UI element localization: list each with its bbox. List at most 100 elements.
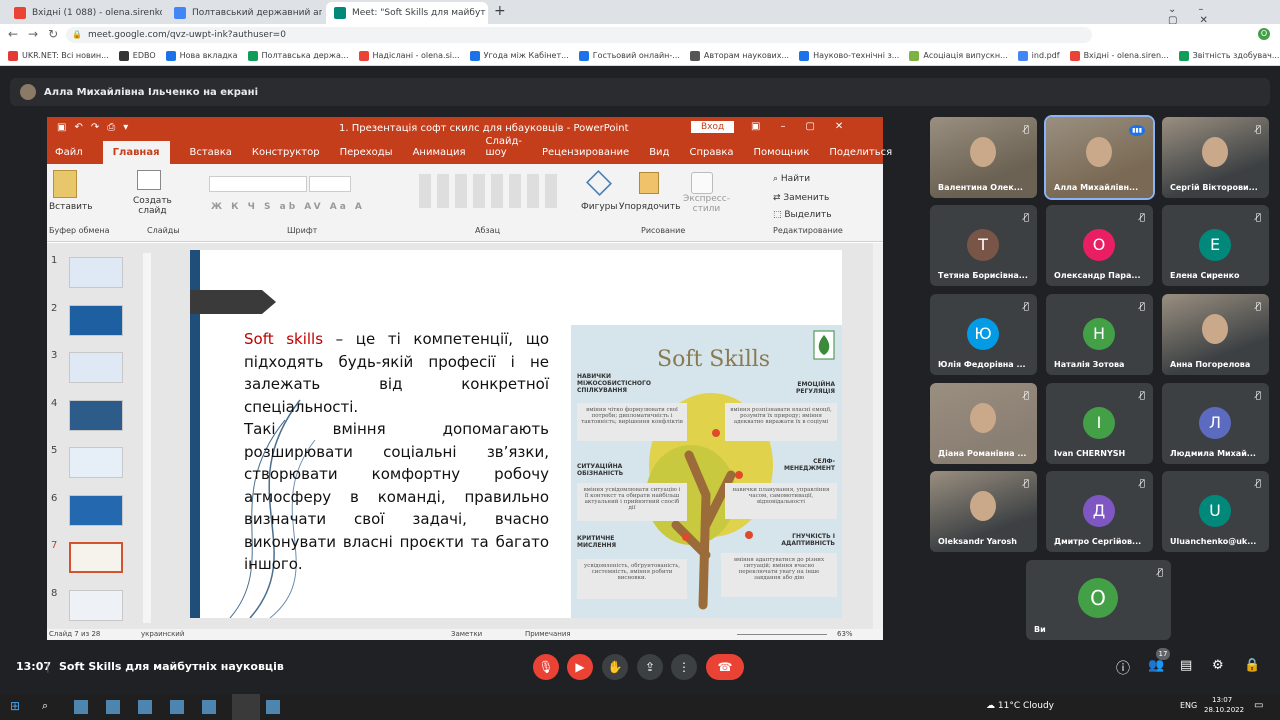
clock-date[interactable]: 28.10.2022: [1204, 706, 1244, 714]
slide-thumbnail[interactable]: [69, 304, 123, 336]
raise-hand-icon[interactable]: ✋: [602, 654, 628, 680]
bookmark-item[interactable]: Звітність здобувач...: [1178, 50, 1279, 61]
bookmark-item[interactable]: Вхідні - olena.siren...: [1069, 50, 1169, 61]
bookmark-item[interactable]: UKR.NET: Всі новин...: [8, 50, 109, 61]
chat-icon[interactable]: ▤: [1180, 658, 1192, 673]
quick-styles-button[interactable]: Экспресс- стили: [683, 194, 730, 214]
close-icon[interactable]: ✕: [486, 8, 488, 19]
browser-tab-meet[interactable]: Meet: "Soft Skills для майбут✕: [326, 2, 488, 24]
shapes-button[interactable]: Фигуры: [581, 202, 617, 212]
arrange-icon[interactable]: [639, 172, 659, 194]
bookmark-item[interactable]: Авторам наукових...: [689, 50, 789, 61]
pp-window-controls[interactable]: ▣–▢✕: [751, 121, 863, 132]
participant-tile[interactable]: Oleksandr Yarosh 🎙̸: [930, 471, 1037, 552]
participant-tile[interactable]: Ю Юлія Федорівна ... 🎙̸: [930, 294, 1037, 375]
paste-icon[interactable]: [53, 170, 77, 198]
find-button[interactable]: ⌕ Найти: [773, 174, 810, 184]
participant-tile[interactable]: О Олександр Пара... 🎙̸: [1046, 205, 1153, 286]
ribbon-tab[interactable]: Переходы: [340, 147, 393, 164]
url-field[interactable]: meet.google.com/qvz-uwpt-ink?authuser=0: [66, 27, 1092, 43]
slide-thumbnail[interactable]: [69, 589, 123, 621]
present-icon[interactable]: ⇪: [637, 654, 663, 680]
slide-thumbnail[interactable]: [69, 447, 123, 478]
slide-thumbnail[interactable]: [69, 542, 123, 573]
share-button[interactable]: Поделиться: [829, 147, 904, 164]
mic-off-icon[interactable]: 🎙: [533, 654, 559, 680]
bookmark-item[interactable]: Угода між Кабінет...: [469, 50, 569, 61]
participant-tile[interactable]: Алла Михайлівн... ▮▮▮: [1044, 115, 1155, 200]
search-icon[interactable]: ⌕: [42, 699, 48, 713]
new-slide-icon[interactable]: [137, 170, 161, 190]
more-options-icon[interactable]: ⋮: [671, 654, 697, 680]
slide-thumbnail[interactable]: [69, 257, 123, 288]
bookmark-item[interactable]: Нова вкладка: [165, 50, 238, 61]
info-icon[interactable]: ⓘ: [1116, 658, 1130, 678]
quick-styles-icon[interactable]: [691, 172, 713, 194]
profile-avatar[interactable]: O: [1258, 28, 1270, 40]
slide-thumbnail[interactable]: [69, 494, 123, 526]
paste-button[interactable]: Вставить: [49, 202, 93, 212]
weather-widget[interactable]: ☁ 11°C Cloudy: [986, 701, 1054, 711]
bookmark-item[interactable]: ind.pdf: [1017, 50, 1060, 61]
ribbon-tab[interactable]: Вид: [649, 147, 669, 164]
ribbon-tab[interactable]: Рецензирование: [542, 147, 629, 164]
taskbar-apps[interactable]: [74, 700, 294, 714]
bookmark-item[interactable]: Асоціація випускн...: [909, 50, 1008, 61]
people-icon[interactable]: 👥: [1148, 658, 1164, 673]
browser-tab-university[interactable]: Полтавський державний аграр✕: [166, 2, 322, 24]
participant-tile[interactable]: Т Тетяна Борисівна... 🎙̸: [930, 205, 1037, 286]
bookmark-item[interactable]: EDBO: [118, 50, 156, 61]
ribbon-tab[interactable]: Конструктор: [252, 147, 320, 164]
arrange-button[interactable]: Упорядочить: [619, 202, 680, 212]
slide-thumbnail[interactable]: [69, 352, 123, 383]
shapes-icon[interactable]: [585, 169, 613, 197]
notes-button[interactable]: Заметки: [451, 630, 482, 638]
bookmark-item[interactable]: Науково-технічні з...: [799, 50, 899, 61]
bookmark-item[interactable]: Гостьовий онлайн-...: [578, 50, 680, 61]
clock-time[interactable]: 13:07: [1212, 696, 1232, 704]
ribbon-tab[interactable]: Анимация: [413, 147, 466, 164]
zoom-level[interactable]: 63%: [837, 630, 853, 638]
browser-tab-gmail[interactable]: Вхідні (1 088) - olena.sirenko@p✕: [6, 2, 162, 24]
leave-call-icon[interactable]: ☎: [706, 654, 744, 680]
ribbon-tab[interactable]: Помощник: [754, 147, 810, 164]
comments-button[interactable]: Примечания: [525, 630, 571, 638]
nav-buttons[interactable]: ←→↻: [8, 27, 68, 41]
font-size-select[interactable]: [309, 176, 351, 192]
select-button[interactable]: ⬚ Выделить: [773, 210, 832, 220]
participant-tile[interactable]: Н Наталія Зотова 🎙̸: [1046, 294, 1153, 375]
participant-tile[interactable]: Д Дмитро Сергійов... 🎙̸: [1046, 471, 1153, 552]
paragraph-buttons[interactable]: [419, 174, 559, 208]
windows-start-icon[interactable]: ⊞: [10, 699, 20, 713]
participant-tile[interactable]: Сергій Вікторови... 🎙̸: [1162, 117, 1269, 198]
host-controls-icon[interactable]: 🔒: [1244, 658, 1260, 673]
participant-tile[interactable]: Е Елена Сиренко 🎙̸: [1162, 205, 1269, 286]
language-indicator[interactable]: украинский: [141, 630, 184, 638]
keyboard-language[interactable]: ENG: [1180, 701, 1197, 710]
participant-tile[interactable]: О Ви 🎙̸: [1026, 560, 1171, 640]
activities-icon[interactable]: ⚙: [1212, 658, 1224, 673]
participant-tile[interactable]: Валентина Олек... 🎙̸: [930, 117, 1037, 198]
zoom-slider[interactable]: [737, 634, 827, 635]
ribbon-tab[interactable]: Слайд-шоу: [485, 136, 522, 164]
slide[interactable]: Soft skills – це ті компетенції, що підх…: [190, 250, 842, 618]
camera-off-icon[interactable]: ▶: [567, 654, 593, 680]
thumbnail-scrollbar[interactable]: [143, 253, 151, 623]
chrome-taskbar-icon[interactable]: [232, 694, 260, 720]
slide-scrollbar[interactable]: [873, 243, 883, 629]
signin-button[interactable]: Вход: [691, 121, 735, 133]
participant-tile[interactable]: U Uluanchenko@uk... 🎙̸: [1162, 471, 1269, 552]
replace-button[interactable]: ⇄ Заменить: [773, 193, 829, 203]
participant-tile[interactable]: Л Людмила Михай... 🎙̸: [1162, 383, 1269, 464]
new-slide-button[interactable]: Создать слайд: [133, 196, 172, 216]
bookmark-item[interactable]: Полтавська держа...: [247, 50, 349, 61]
font-family-select[interactable]: [209, 176, 307, 192]
participant-tile[interactable]: Діана Романівна ... 🎙̸: [930, 383, 1037, 464]
participant-tile[interactable]: I Ivan CHERNYSH 🎙̸: [1046, 383, 1153, 464]
participant-tile[interactable]: Анна Погорелова 🎙̸: [1162, 294, 1269, 375]
bookmark-item[interactable]: Надіслані - olena.si...: [358, 50, 460, 61]
notifications-icon[interactable]: ▭: [1254, 700, 1263, 711]
lock-icon[interactable]: 🔒: [72, 30, 82, 39]
ribbon-tab[interactable]: Вставка: [190, 147, 232, 164]
slide-thumbnail[interactable]: [69, 399, 123, 431]
